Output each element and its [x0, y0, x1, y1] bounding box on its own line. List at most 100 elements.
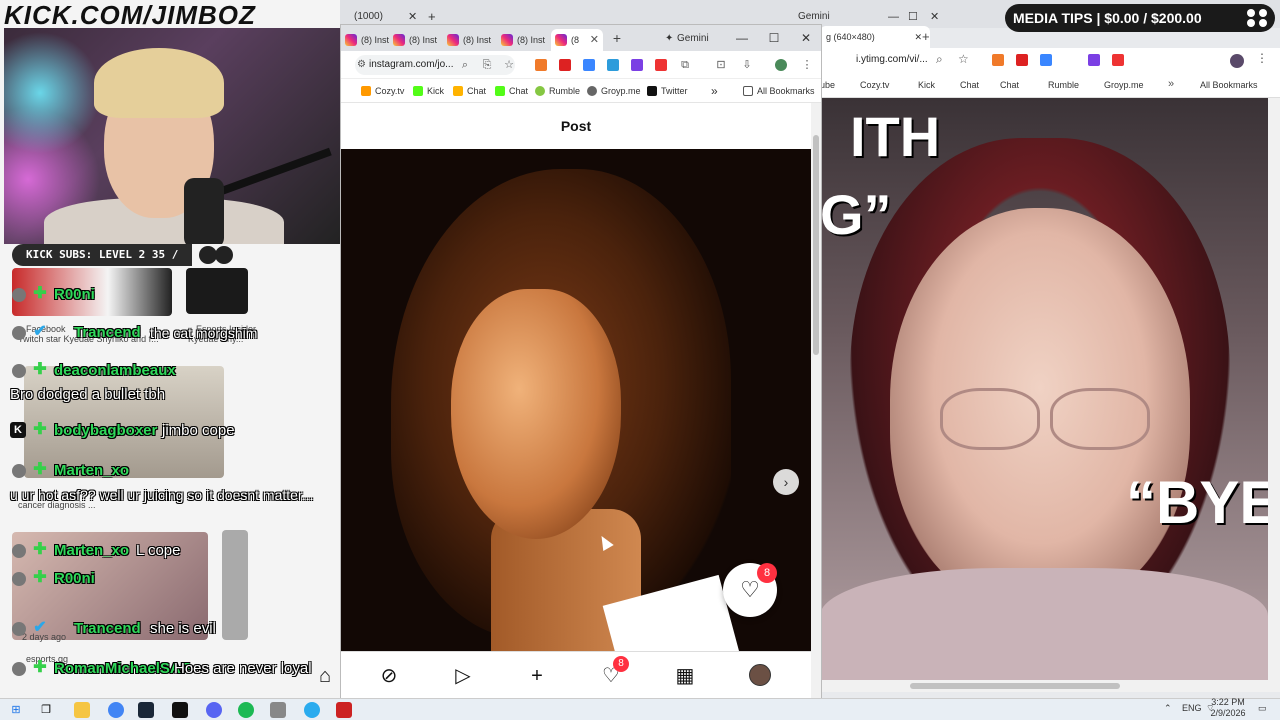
all-bookmarks[interactable]: All Bookmarks — [743, 83, 815, 99]
main-scrollbar-thumb[interactable] — [813, 135, 819, 355]
chrome-icon[interactable] — [108, 702, 124, 718]
heart-filter-icon: ♡ — [740, 577, 760, 602]
site-settings-icon[interactable]: ⚙ — [357, 55, 366, 75]
tab-instagram-2[interactable]: (8) Inst — [389, 29, 443, 51]
steam-icon[interactable] — [138, 702, 154, 718]
sub-badge-icon: ✚ — [33, 569, 47, 586]
tab-instagram-4[interactable]: (8) Inst — [497, 29, 551, 51]
insights-icon[interactable]: ▦ — [673, 664, 697, 688]
chat-message: ✚ Marten_xo L cope — [0, 540, 330, 566]
bookmark-label: Rumble — [549, 86, 581, 96]
extensions-puzzle-icon[interactable]: ⧉ — [679, 59, 691, 71]
url-text[interactable]: instagram.com/jo... — [369, 59, 453, 70]
install-app-icon[interactable]: ⎘ — [481, 59, 493, 71]
bg-tab-close-icon[interactable]: ✕ — [914, 26, 922, 48]
next-image-button[interactable]: › — [773, 469, 799, 495]
bg-new-tab-button[interactable]: + — [922, 26, 938, 48]
bg-url[interactable]: i.ytimg.com/vi/... — [856, 54, 928, 65]
zoom-icon[interactable]: ⌕ — [459, 59, 471, 71]
bookmarks-overflow-icon[interactable]: » — [711, 83, 718, 99]
sound-extension-icon[interactable] — [607, 59, 619, 71]
bg-ext-red-icon[interactable] — [1016, 54, 1028, 66]
chat-username: RomanMichaelSAF — [54, 660, 190, 677]
home-icon[interactable]: ⌂ — [313, 664, 337, 688]
tray-chevron-icon[interactable]: ⌃ — [1164, 703, 1172, 714]
clock-time[interactable]: 3:22 PM — [1208, 697, 1248, 707]
new-tab-button[interactable]: + — [609, 29, 625, 47]
notifications-icon[interactable]: ▭ — [1258, 703, 1267, 714]
bookmark-rumble[interactable]: Rumble — [535, 83, 580, 99]
telegram-icon[interactable] — [304, 702, 320, 718]
app-icon-3[interactable] — [336, 702, 352, 718]
profile-avatar[interactable] — [775, 59, 787, 71]
bg-profile-avatar[interactable] — [1230, 54, 1244, 68]
bg-bookmark-2[interactable]: Kick — [918, 80, 935, 90]
bg-ext-purple-icon[interactable] — [1088, 54, 1100, 66]
explore-compass-icon[interactable]: ⊘ — [377, 664, 401, 688]
blue-extension-icon[interactable] — [583, 59, 595, 71]
notifications-fab-button[interactable]: ♡ 8 — [723, 563, 777, 617]
bg-bookmark-5[interactable]: Rumble — [1048, 80, 1079, 90]
tab-search-icon[interactable]: ⊡ — [715, 59, 727, 71]
bg-all-bookmarks[interactable]: All Bookmarks — [1200, 80, 1258, 90]
bookmark-chat-1[interactable]: Chat — [453, 83, 486, 99]
purple-extension-icon[interactable] — [631, 59, 643, 71]
profile-avatar-button[interactable] — [749, 664, 771, 686]
maximize-button[interactable]: ☐ — [765, 29, 783, 47]
bg-bookmark-3[interactable]: Chat — [960, 80, 979, 90]
sub-badge-icon: ✚ — [33, 659, 47, 676]
right-vertical-scrollbar[interactable] — [1268, 98, 1280, 680]
clock-date[interactable]: 2/9/2026 — [1206, 708, 1250, 718]
app-icon-2[interactable] — [270, 702, 286, 718]
bookmark-chat-2[interactable]: Chat — [495, 83, 528, 99]
bg-bookmark-0[interactable]: ube — [820, 80, 835, 90]
bg-close-window-icon[interactable]: ✕ — [922, 6, 947, 28]
create-plus-icon[interactable]: + — [525, 664, 549, 688]
file-explorer-icon[interactable] — [74, 702, 90, 718]
instagram-browser-window: (8) Inst (8) Inst (8) Inst (8) Inst (8 ✕ … — [319, 24, 822, 700]
shop-extension-icon[interactable] — [655, 59, 667, 71]
bg-ext-icon[interactable] — [1112, 54, 1124, 66]
red-extension-icon[interactable] — [559, 59, 571, 71]
bg-bookmark-1[interactable]: Cozy.tv — [860, 80, 889, 90]
tab-instagram-3[interactable]: (8) Inst — [443, 29, 497, 51]
right-hscroll-thumb[interactable] — [910, 683, 1120, 689]
task-view-icon[interactable]: ❐ — [38, 702, 54, 718]
bookmark-twitter[interactable]: Twitter — [647, 83, 688, 99]
close-window-button[interactable]: ✕ — [797, 29, 815, 47]
bg-star-icon[interactable]: ☆ — [958, 52, 969, 66]
bg-bookmarks-chevron-icon[interactable]: » — [1168, 78, 1174, 90]
bookmark-star-icon[interactable]: ☆ — [503, 59, 515, 71]
bg-menu-icon[interactable]: ⋮ — [1256, 51, 1268, 65]
menu-icon[interactable]: ⋮ — [801, 59, 813, 71]
spotify-icon[interactable] — [238, 702, 254, 718]
chat-message: K ✚ bodybagboxer jimbo cope — [0, 420, 330, 446]
bg-address-bar[interactable]: i.ytimg.com/vi/... ⌕ ☆ ⋮ — [820, 48, 1280, 74]
tab-close-icon[interactable]: ✕ — [590, 29, 599, 51]
bookmark-groypme[interactable]: Groyp.me — [587, 83, 641, 99]
bg-active-tab-label: g (640×480) — [826, 32, 875, 42]
download-icon[interactable]: ⇩ — [741, 59, 753, 71]
tab-gemini[interactable]: ✦ Gemini — [663, 29, 727, 49]
app-icon-1[interactable] — [172, 702, 188, 718]
bookmark-kick[interactable]: Kick — [413, 83, 444, 99]
reels-icon[interactable]: ▷ — [451, 664, 475, 688]
discord-icon[interactable] — [206, 702, 222, 718]
chat-avatar — [12, 572, 26, 586]
bg-bookmark-4[interactable]: Chat — [1000, 80, 1019, 90]
tab-instagram-1[interactable]: (8) Inst — [341, 29, 389, 51]
bg-zoom-icon[interactable]: ⌕ — [936, 52, 943, 67]
minimize-button[interactable]: — — [733, 29, 751, 47]
windows-start-icon[interactable]: ⊞ — [8, 702, 24, 718]
bg-ext-blue-icon[interactable] — [1040, 54, 1052, 66]
right-horizontal-scrollbar[interactable] — [820, 680, 1280, 692]
post-image[interactable]: › ♡ 8 — [341, 149, 811, 651]
bookmark-cozytv[interactable]: Cozy.tv — [361, 83, 404, 99]
bg-ext-metamask-icon[interactable] — [992, 54, 1004, 66]
chat-overlay: Facebook Twitch star Kyedae Shyniko and … — [0, 268, 340, 700]
metamask-extension-icon[interactable] — [535, 59, 547, 71]
bg-bookmark-6[interactable]: Groyp.me — [1104, 80, 1144, 90]
tab-instagram-active[interactable]: (8 ✕ — [551, 29, 603, 51]
language-indicator[interactable]: ENG — [1182, 703, 1202, 713]
bg-active-tab[interactable]: g (640×480) ✕ — [820, 26, 930, 48]
